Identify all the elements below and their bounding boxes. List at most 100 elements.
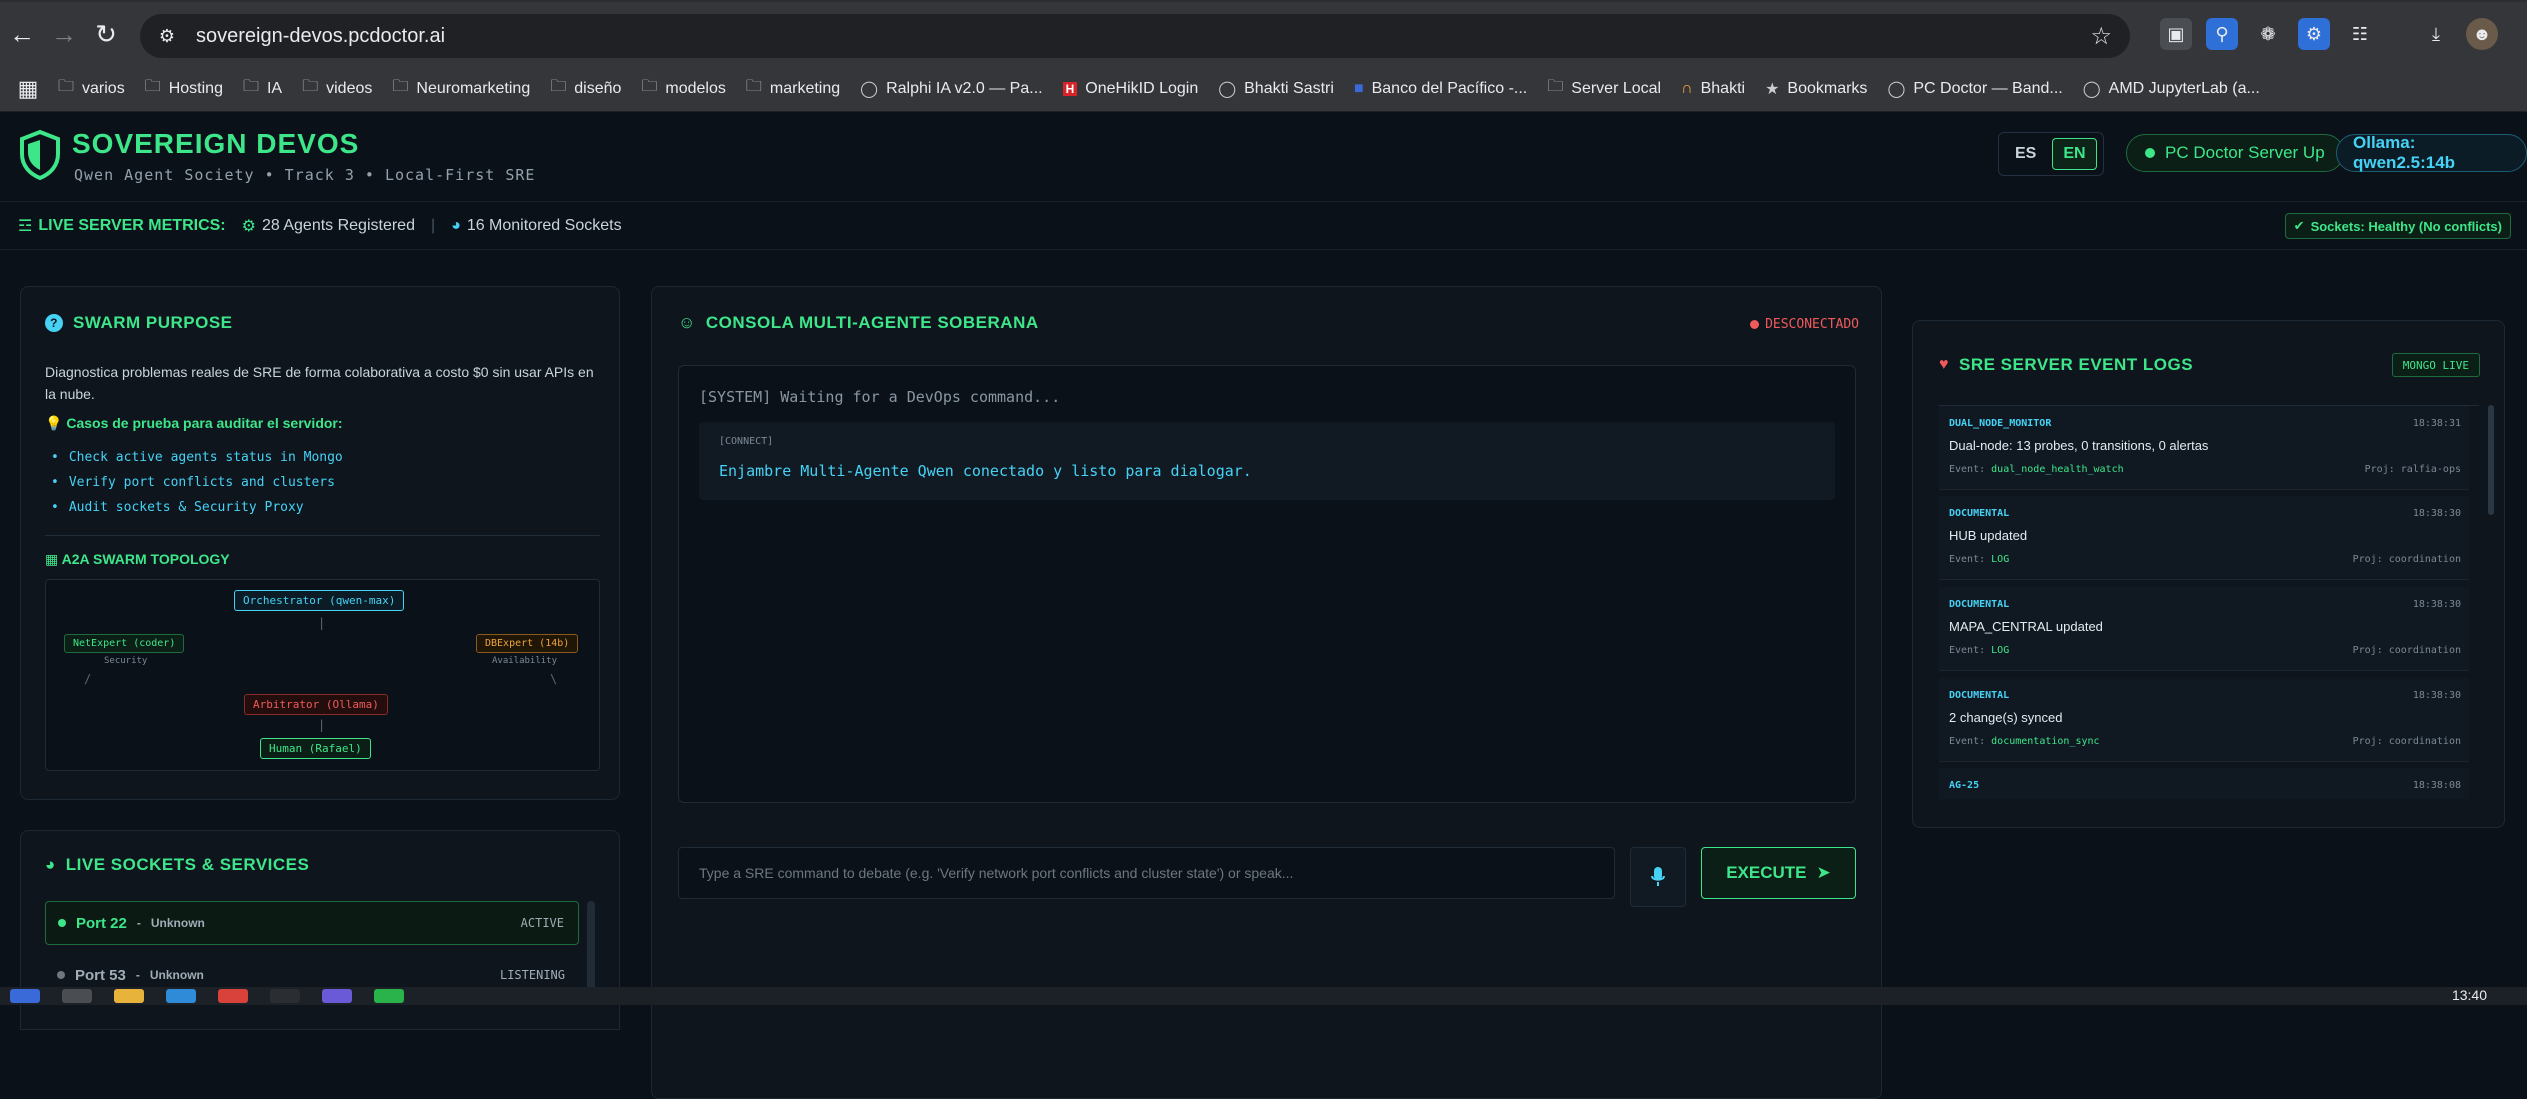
- apps-grid-icon[interactable]: ▦: [8, 76, 48, 102]
- network-icon: ◕: [451, 216, 461, 234]
- bookmark-hosting[interactable]: 🗀 Hosting: [135, 75, 233, 102]
- log-entry[interactable]: DOCUMENTAL 18:38:30 2 change(s) synced E…: [1939, 678, 2469, 762]
- bookmark-star-icon[interactable]: ☆: [2090, 22, 2112, 51]
- app-header: SOVEREIGN DEVOS Qwen Agent Society • Tra…: [0, 112, 2527, 202]
- node-arbitrator: Arbitrator (Ollama): [244, 694, 388, 715]
- live-metrics-bar: ☲ LIVE SERVER METRICS: ⚙ 28 Agents Regis…: [0, 202, 2527, 250]
- code-icon[interactable]: [166, 989, 196, 1003]
- bookmark-amd-jupyterlab[interactable]: ◯ AMD JupyterLab (a...: [2073, 79, 2270, 99]
- network-icon: ◕: [45, 855, 56, 874]
- lang-en-button[interactable]: EN: [2052, 138, 2097, 170]
- metric-sockets: ◕ 16 Monitored Sockets: [451, 216, 622, 234]
- heartbeat-icon: ♥: [1939, 356, 1949, 373]
- reload-icon[interactable]: ↻: [86, 14, 126, 54]
- download-icon[interactable]: ⤓: [2420, 18, 2452, 50]
- server-status-badge: PC Doctor Server Up: [2126, 134, 2344, 172]
- search-extension-icon[interactable]: ⚲: [2206, 18, 2238, 50]
- hik-icon: H: [1062, 81, 1078, 96]
- check-circle-icon: ✔: [2293, 218, 2305, 233]
- swarm-purpose-panel: ? SWARM PURPOSE Diagnostica problemas re…: [20, 286, 620, 800]
- socket-row[interactable]: Port 22 - Unknown ACTIVE: [45, 901, 579, 945]
- message-tag: [CONNECT]: [719, 436, 774, 447]
- page-subtitle: Qwen Agent Society • Track 3 • Local-Fir…: [74, 166, 536, 184]
- globe-icon: ◯: [2082, 80, 2101, 98]
- bookmark-diseno[interactable]: 🗀 diseño: [540, 75, 631, 102]
- node-dbexpert: DBExpert (14b): [476, 634, 579, 653]
- swarm-purpose-title: ? SWARM PURPOSE: [45, 313, 233, 333]
- bookmark-ralphi[interactable]: ◯ Ralphi IA v2.0 — Pa...: [850, 79, 1052, 99]
- address-bar[interactable]: ⚙ sovereign-devos.pcdoctor.ai ☆: [140, 14, 2130, 58]
- question-icon: ?: [45, 314, 63, 332]
- openai-icon[interactable]: ❁: [2252, 18, 2284, 50]
- folder-icon: 🗀: [392, 78, 409, 95]
- bookmark-bhakti-sastri[interactable]: ◯ Bhakti Sastri: [1208, 79, 1344, 99]
- test-case-item[interactable]: Verify port conflicts and clusters: [45, 470, 343, 495]
- execute-button[interactable]: EXECUTE ➤: [1701, 847, 1856, 899]
- connector: |: [318, 616, 326, 630]
- avatar[interactable]: ☻: [2466, 18, 2498, 50]
- event-log-list[interactable]: DUAL_NODE_MONITOR 18:38:31 Dual-node: 13…: [1939, 405, 2479, 799]
- command-input[interactable]: [678, 847, 1615, 899]
- files-icon[interactable]: [114, 989, 144, 1003]
- sockets-scrollbar[interactable]: [587, 901, 595, 991]
- bookmark-bookmarks[interactable]: ★ Bookmarks: [1755, 79, 1877, 99]
- bookmark-bhakti[interactable]: ∩ Bhakti: [1671, 80, 1755, 98]
- gear-extension-icon[interactable]: ⚙: [2298, 18, 2330, 50]
- folder-icon: 🗀: [641, 78, 658, 95]
- start-icon[interactable]: [10, 989, 40, 1003]
- bookmark-varios[interactable]: 🗀 varios: [48, 75, 135, 102]
- test-cases-title: 💡 Casos de prueba para auditar el servid…: [45, 415, 343, 431]
- server-status-label: PC Doctor Server Up: [2165, 143, 2325, 162]
- bookmark-modelos[interactable]: 🗀 modelos: [631, 75, 736, 102]
- bookmark-onehikid[interactable]: H OneHikID Login: [1053, 80, 1209, 98]
- bookmark-server-local[interactable]: 🗀 Server Local: [1537, 75, 1671, 102]
- search-icon[interactable]: [62, 989, 92, 1003]
- bookmark-neuromarketing[interactable]: 🗀 Neuromarketing: [382, 75, 540, 102]
- puzzle-icon[interactable]: ☷: [2344, 18, 2376, 50]
- page-title: SOVEREIGN DEVOS: [72, 128, 360, 159]
- connection-status-badge: DESCONECTADO: [1750, 317, 1859, 332]
- console-title: ☺ CONSOLA MULTI-AGENTE SOBERANA: [678, 313, 1039, 332]
- mongo-live-badge: MONGO LIVE: [2391, 353, 2480, 377]
- connector: /: [84, 672, 92, 686]
- multi-agent-console-panel: ☺ CONSOLA MULTI-AGENTE SOBERANA DESCONEC…: [651, 286, 1882, 1099]
- folder-icon: 🗀: [550, 78, 567, 95]
- bookmark-banco[interactable]: ■ Banco del Pacífico -...: [1344, 80, 1537, 98]
- log-entry[interactable]: AG-25 18:38:08: [1939, 768, 2469, 799]
- terminal-icon[interactable]: [270, 989, 300, 1003]
- lightbulb-icon: 💡: [45, 415, 63, 431]
- menu-icon[interactable]: ⋮: [2512, 18, 2527, 50]
- back-icon[interactable]: ←: [2, 14, 42, 54]
- folder-icon: 🗀: [302, 78, 319, 95]
- bookmark-videos[interactable]: 🗀 videos: [292, 75, 382, 102]
- log-entry[interactable]: DOCUMENTAL 18:38:30 MAPA_CENTRAL updated…: [1939, 587, 2469, 671]
- whatsapp-icon[interactable]: [374, 989, 404, 1003]
- bookmark-ia[interactable]: 🗀 IA: [233, 75, 292, 102]
- lang-es-button[interactable]: ES: [2005, 139, 2046, 169]
- chat-message: [CONNECT] Enjambre Multi-Agente Qwen con…: [699, 422, 1835, 500]
- ollama-model-badge: Ollama: qwen2.5:14b: [2336, 133, 2527, 172]
- forward-icon[interactable]: →: [44, 14, 84, 54]
- url-text[interactable]: sovereign-devos.pcdoctor.ai: [196, 25, 445, 48]
- app-icon[interactable]: [322, 989, 352, 1003]
- folder-icon: 🗀: [1547, 78, 1564, 95]
- folder-icon: 🗀: [144, 78, 161, 95]
- divider: [45, 535, 600, 536]
- taskbar-clock[interactable]: 13:40: [2452, 987, 2487, 1003]
- swarm-description: Diagnostica problemas reales de SRE de f…: [45, 364, 594, 402]
- test-case-item[interactable]: Check active agents status in Mongo: [45, 445, 343, 470]
- cast-icon[interactable]: ▣: [2160, 18, 2192, 50]
- send-icon: ➤: [1816, 863, 1831, 882]
- microphone-button[interactable]: [1630, 847, 1686, 907]
- chrome-icon[interactable]: [218, 989, 248, 1003]
- logs-scrollbar[interactable]: [2488, 405, 2494, 515]
- bookmark-marketing[interactable]: 🗀 marketing: [736, 75, 850, 102]
- site-settings-icon[interactable]: ⚙: [152, 26, 182, 47]
- app-root: SOVEREIGN DEVOS Qwen Agent Society • Tra…: [0, 112, 2527, 1099]
- log-entry[interactable]: DOCUMENTAL 18:38:30 HUB updated Event: L…: [1939, 496, 2469, 580]
- test-case-item[interactable]: Audit sockets & Security Proxy: [45, 495, 343, 520]
- bookmark-pc-doctor[interactable]: ◯ PC Doctor — Band...: [1877, 79, 2072, 99]
- log-entry[interactable]: DUAL_NODE_MONITOR 18:38:31 Dual-node: 13…: [1939, 406, 2469, 490]
- folder-icon: 🗀: [58, 78, 75, 95]
- language-switcher: ES EN: [1998, 132, 2104, 176]
